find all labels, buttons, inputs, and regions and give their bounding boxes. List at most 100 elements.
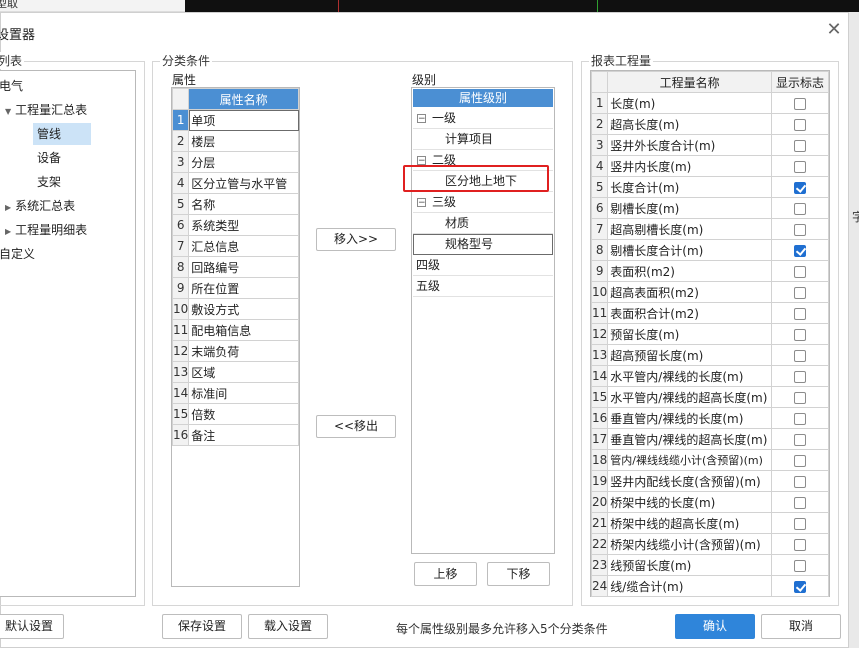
attribute-row[interactable]: 4 区分立管与水平管 xyxy=(171,172,299,194)
attribute-row[interactable]: 10 敷设方式 xyxy=(171,298,299,320)
tree-item-quantity-summary[interactable]: ▼ 工程量汇总表 xyxy=(5,101,87,118)
attribute-name[interactable]: 系统类型 xyxy=(188,214,299,236)
expand-arrow-icon[interactable]: ▶ xyxy=(5,203,11,212)
collapse-icon[interactable]: − xyxy=(417,114,426,124)
quantity-row[interactable]: 9 表面积(m2) xyxy=(590,260,829,282)
move-down-button[interactable]: 下移 xyxy=(487,562,550,586)
attribute-row[interactable]: 5 名称 xyxy=(171,193,299,215)
attribute-name[interactable]: 区分立管与水平管 xyxy=(188,172,299,194)
quantity-row[interactable]: 16 垂直管内/裸线的长度(m) xyxy=(590,407,829,429)
quantity-row[interactable]: 11 表面积合计(m2) xyxy=(590,302,829,324)
quantity-row[interactable]: 24 线/缆合计(m) xyxy=(590,575,829,597)
attribute-name[interactable]: 倍数 xyxy=(188,403,299,425)
show-checkbox[interactable] xyxy=(794,349,806,362)
attribute-row[interactable]: 16 备注 xyxy=(171,424,299,446)
show-checkbox[interactable] xyxy=(794,286,806,299)
tree-item-quantity-detail[interactable]: ▶ 工程量明细表 xyxy=(5,221,87,238)
level-item[interactable]: 计算项目 xyxy=(413,129,553,150)
show-checkbox[interactable] xyxy=(794,244,806,257)
show-checkbox[interactable] xyxy=(794,496,806,509)
move-up-button[interactable]: 上移 xyxy=(414,562,477,586)
attribute-name[interactable]: 标准间 xyxy=(188,382,299,404)
attribute-row[interactable]: 6 系统类型 xyxy=(171,214,299,236)
show-checkbox[interactable] xyxy=(794,517,806,530)
tree-item-bracket[interactable]: 支架 xyxy=(37,173,61,190)
move-in-button[interactable]: 移入>> xyxy=(316,228,396,251)
attribute-name[interactable]: 区域 xyxy=(188,361,299,383)
show-checkbox[interactable] xyxy=(794,559,806,572)
quantity-row[interactable]: 4 竖井内长度(m) xyxy=(590,155,829,177)
show-checkbox[interactable] xyxy=(794,97,806,110)
attribute-name[interactable]: 配电箱信息 xyxy=(188,319,299,341)
quantity-row[interactable]: 12 预留长度(m) xyxy=(590,323,829,345)
show-checkbox[interactable] xyxy=(794,307,806,320)
close-icon[interactable]: ✕ xyxy=(826,20,842,40)
show-checkbox[interactable] xyxy=(794,454,806,467)
show-checkbox[interactable] xyxy=(794,391,806,404)
show-checkbox[interactable] xyxy=(794,475,806,488)
level-item[interactable]: 材质 xyxy=(413,213,553,234)
attribute-row[interactable]: 8 回路编号 xyxy=(171,256,299,278)
cancel-button[interactable]: 取消 xyxy=(761,614,841,639)
quantity-row[interactable]: 17 垂直管内/裸线的超高长度(m) xyxy=(590,428,829,450)
attribute-name[interactable]: 楼层 xyxy=(188,130,299,152)
collapse-icon[interactable]: − xyxy=(417,198,426,208)
quantity-row[interactable]: 23 线预留长度(m) xyxy=(590,554,829,576)
attribute-name[interactable]: 回路编号 xyxy=(188,256,299,278)
attribute-name[interactable]: 汇总信息 xyxy=(188,235,299,257)
show-checkbox[interactable] xyxy=(794,433,806,446)
attribute-name[interactable]: 末端负荷 xyxy=(188,340,299,362)
attribute-name[interactable]: 敷设方式 xyxy=(188,298,299,320)
default-settings-button[interactable]: 默认设置 xyxy=(0,614,64,639)
quantity-row[interactable]: 5 长度合计(m) xyxy=(590,176,829,198)
tree-item-system-summary[interactable]: ▶ 系统汇总表 xyxy=(5,197,75,214)
quantity-row[interactable]: 7 超高剔槽长度(m) xyxy=(590,218,829,240)
attribute-row[interactable]: 3 分层 xyxy=(171,151,299,173)
tree-item-custom[interactable]: 自定义 xyxy=(0,245,35,262)
level-item[interactable]: 规格型号 xyxy=(413,234,553,255)
show-checkbox[interactable] xyxy=(794,370,806,383)
attribute-row[interactable]: 9 所在位置 xyxy=(171,277,299,299)
attribute-row[interactable]: 1 单项 xyxy=(171,109,299,131)
attribute-row[interactable]: 14 标准间 xyxy=(171,382,299,404)
ok-button[interactable]: 确认 xyxy=(675,614,755,639)
save-settings-button[interactable]: 保存设置 xyxy=(162,614,242,639)
level-row[interactable]: 四级 xyxy=(413,255,553,276)
show-checkbox[interactable] xyxy=(794,139,806,152)
quantity-row[interactable]: 20 桥架中线的长度(m) xyxy=(590,491,829,513)
attribute-row[interactable]: 7 汇总信息 xyxy=(171,235,299,257)
level-row[interactable]: − 一级 xyxy=(413,108,553,129)
show-checkbox[interactable] xyxy=(794,202,806,215)
quantity-row[interactable]: 22 桥架内线缆小计(含预留)(m) xyxy=(590,533,829,555)
tree-item-pipeline[interactable]: 管线 xyxy=(33,123,91,145)
show-checkbox[interactable] xyxy=(794,538,806,551)
quantity-row[interactable]: 8 剔槽长度合计(m) xyxy=(590,239,829,261)
quantity-row[interactable]: 18 管内/裸线线缆小计(含预留)(m) xyxy=(590,449,829,471)
tree-item-electrical[interactable]: 电气 xyxy=(0,77,23,94)
show-checkbox[interactable] xyxy=(794,265,806,278)
quantity-row[interactable]: 6 剔槽长度(m) xyxy=(590,197,829,219)
load-settings-button[interactable]: 载入设置 xyxy=(248,614,328,639)
show-checkbox[interactable] xyxy=(794,223,806,236)
level-row[interactable]: 五级 xyxy=(413,276,553,297)
quantity-row[interactable]: 21 桥架中线的超高长度(m) xyxy=(590,512,829,534)
show-checkbox[interactable] xyxy=(794,580,806,593)
quantity-row[interactable]: 10 超高表面积(m2) xyxy=(590,281,829,303)
quantity-row[interactable]: 13 超高预留长度(m) xyxy=(590,344,829,366)
expand-arrow-icon[interactable]: ▼ xyxy=(5,107,11,116)
attribute-name[interactable]: 备注 xyxy=(188,424,299,446)
tree-item-equipment[interactable]: 设备 xyxy=(37,149,61,166)
attribute-name[interactable]: 单项 xyxy=(188,109,299,131)
attribute-name[interactable]: 所在位置 xyxy=(188,277,299,299)
move-out-button[interactable]: <<移出 xyxy=(316,415,396,438)
show-checkbox[interactable] xyxy=(794,412,806,425)
show-checkbox[interactable] xyxy=(794,118,806,131)
collapse-icon[interactable]: − xyxy=(417,156,426,166)
quantity-row[interactable]: 3 竖井外长度合计(m) xyxy=(590,134,829,156)
attribute-name[interactable]: 分层 xyxy=(188,151,299,173)
quantity-row[interactable]: 19 竖井内配线长度(含预留)(m) xyxy=(590,470,829,492)
quantity-row[interactable]: 1 长度(m) xyxy=(590,92,829,114)
quantity-row[interactable]: 14 水平管内/裸线的长度(m) xyxy=(590,365,829,387)
attribute-row[interactable]: 12 末端负荷 xyxy=(171,340,299,362)
quantity-row[interactable]: 15 水平管内/裸线的超高长度(m) xyxy=(590,386,829,408)
